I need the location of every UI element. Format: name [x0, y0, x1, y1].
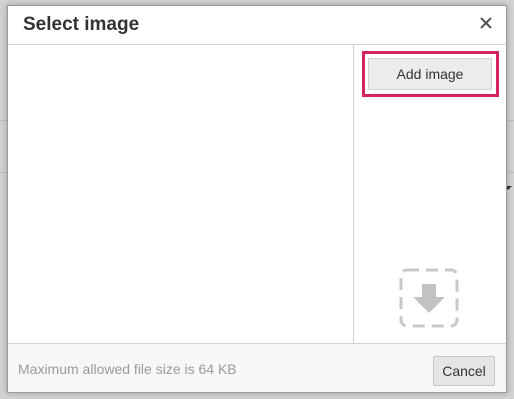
dialog-body: Add image — [8, 45, 506, 343]
select-image-dialog: Select image Add image Maximum allowed f… — [7, 5, 507, 393]
cancel-button[interactable]: Cancel — [433, 356, 495, 386]
image-list-area[interactable] — [8, 45, 354, 343]
download-arrow-icon — [397, 266, 461, 330]
dialog-title: Select image — [23, 14, 140, 35]
dialog-footer: Maximum allowed file size is 64 KB Cance… — [8, 343, 506, 392]
add-image-button[interactable]: Add image — [368, 58, 492, 90]
file-size-note: Maximum allowed file size is 64 KB — [18, 361, 237, 377]
dialog-header: Select image — [8, 6, 506, 45]
close-icon[interactable] — [475, 12, 497, 34]
side-panel: Add image — [354, 45, 506, 343]
